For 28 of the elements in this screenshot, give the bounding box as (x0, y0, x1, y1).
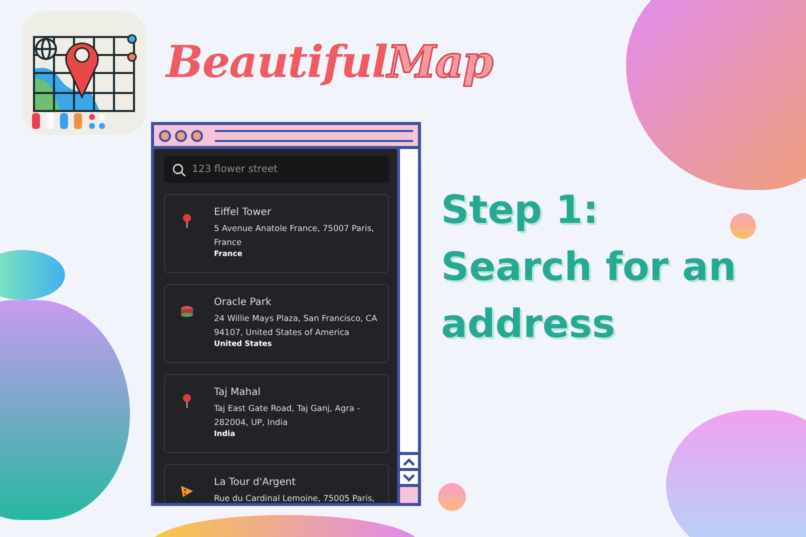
app-title: Map (387, 37, 492, 88)
place-address: Taj East Gate Road, Taj Ganj, Agra - 282004, UP, India (214, 402, 362, 429)
place-address: 24 Willie Mays Plaza, San Francisco, CA 94107, United States of America (214, 312, 378, 339)
app-title: Beautiful (166, 37, 388, 88)
step-heading: Search for an (441, 244, 736, 292)
window-dot (159, 130, 171, 142)
window-dot (175, 130, 187, 142)
window-dot (191, 130, 203, 142)
gradient-circle (730, 213, 756, 239)
place-name: Oracle Park (214, 297, 272, 308)
stadium-icon (179, 303, 195, 319)
step-heading: Step 1: (441, 187, 600, 235)
place-address: 5 Avenue Anatole France, 75007 Paris, France (214, 222, 376, 249)
step-heading: address (441, 301, 616, 349)
scrollbar-corner (400, 484, 418, 503)
place-name: Eiffel Tower (214, 207, 272, 218)
chevron-up-icon (403, 458, 415, 466)
scrollbar[interactable] (397, 149, 418, 503)
search-field[interactable]: 123 flower street (164, 156, 389, 183)
scroll-up-button[interactable] (400, 452, 418, 468)
place-name: La Tour d'Argent (214, 477, 297, 488)
chevron-down-icon (403, 474, 415, 482)
place-name: Taj Mahal (214, 387, 262, 398)
gradient-circle (438, 483, 466, 511)
result-card[interactable]: La Tour d'Argent Rue du Cardinal Lemoine, 75005 Paris, (164, 464, 389, 503)
place-address: Rue du Cardinal Lemoine, 75005 Paris, (214, 492, 375, 503)
pizza-slice-icon (179, 483, 195, 499)
scroll-down-button[interactable] (400, 468, 418, 484)
